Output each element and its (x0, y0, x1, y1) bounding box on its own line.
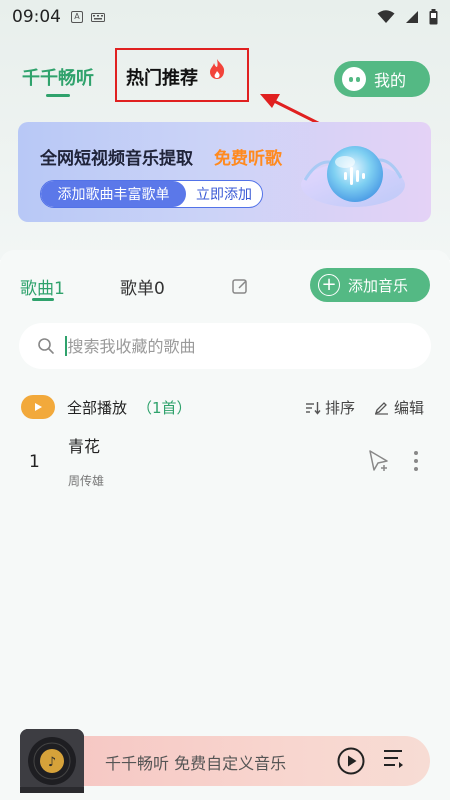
tab-playlists[interactable]: 歌单0 (120, 274, 165, 299)
vinyl-record-icon: ♪ (20, 729, 84, 793)
banner-free-label: 免费听歌 (214, 149, 282, 169)
search-icon (38, 338, 54, 354)
tab-qianqian[interactable]: 千千畅听 (22, 64, 94, 90)
battery-icon (429, 9, 438, 25)
banner-title: 全网短视频音乐提取 (40, 149, 193, 169)
more-options-icon[interactable] (412, 449, 420, 473)
song-artist: 周传雄 (68, 474, 105, 488)
play-icon (35, 403, 42, 411)
banner-pill-text: 添加歌曲丰富歌单 (41, 181, 186, 207)
active-tab-indicator (46, 94, 70, 97)
plus-icon: + (318, 274, 340, 296)
svg-text:♪: ♪ (48, 755, 56, 770)
mine-button[interactable]: 我的 (334, 61, 430, 97)
mine-label: 我的 (374, 71, 407, 90)
sort-label: 排序 (325, 399, 356, 417)
song-count: （1首） (137, 399, 192, 417)
add-to-playlist-icon[interactable] (367, 448, 391, 472)
sort-icon (306, 401, 321, 415)
song-title: 青花 (68, 437, 101, 456)
player-title: 千千畅听 免费自定义音乐 (105, 754, 287, 773)
songs-tab-indicator (32, 298, 54, 301)
search-box[interactable] (19, 323, 431, 369)
status-time: 09:04 (12, 7, 61, 27)
banner-add-pill[interactable]: 添加歌曲丰富歌单 立即添加 (40, 180, 263, 208)
tab-songs[interactable]: 歌曲1 (20, 274, 65, 299)
pencil-icon (374, 401, 388, 415)
edit-playlist-icon[interactable] (231, 277, 249, 295)
status-bar: 09:04 A (0, 0, 450, 34)
sort-button[interactable]: 排序 (305, 397, 355, 418)
wifi-icon (377, 10, 395, 23)
avatar (342, 67, 366, 91)
edit-label: 编辑 (394, 399, 425, 417)
music-bubble-illustration (301, 146, 405, 207)
edit-button[interactable]: 编辑 (374, 397, 424, 418)
add-music-button[interactable]: + 添加音乐 (310, 268, 430, 302)
tab-hot-recommend[interactable]: 热门推荐 (126, 64, 198, 90)
playlist-icon[interactable] (382, 748, 406, 772)
album-cover[interactable]: ♪ (20, 729, 84, 793)
song-index: 1 (29, 452, 40, 472)
search-input[interactable] (67, 336, 388, 356)
promo-banner[interactable]: 全网短视频音乐提取 免费听歌 添加歌曲丰富歌单 立即添加 (18, 122, 431, 222)
font-icon: A (71, 11, 83, 23)
keyboard-icon (91, 12, 105, 22)
add-music-label: 添加音乐 (348, 276, 409, 295)
fire-icon (210, 59, 225, 79)
text-cursor (65, 336, 67, 356)
song-list-item[interactable]: 1 青花 周传雄 (0, 425, 450, 495)
play-circle-icon[interactable] (337, 747, 365, 775)
signal-icon (406, 11, 418, 23)
play-all-button[interactable] (21, 395, 55, 419)
play-all-label[interactable]: 全部播放 (67, 397, 127, 418)
add-now-button[interactable]: 立即添加 (186, 181, 262, 207)
